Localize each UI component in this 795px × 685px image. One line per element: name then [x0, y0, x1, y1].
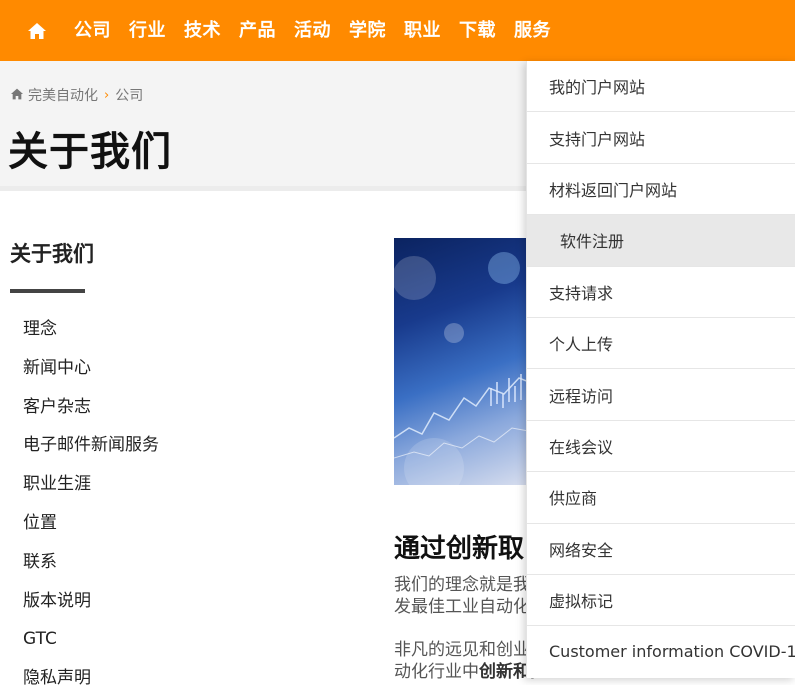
top-navigation-bar: 公司 行业 技术 产品 活动 学院 职业 下载 服务: [0, 0, 795, 61]
article-p2-line-1: 非凡的远见和创业: [394, 640, 530, 660]
dropdown-item-online-meeting[interactable]: 在线会议: [527, 421, 795, 473]
nav-item-industries[interactable]: 行业: [120, 0, 175, 61]
sidebar-item-news-center[interactable]: 新闻中心: [23, 349, 159, 388]
sidebar-item-privacy[interactable]: 隐私声明: [23, 659, 159, 685]
breadcrumb-current[interactable]: 公司: [115, 85, 143, 105]
sidebar-menu: 理念 新闻中心 客户杂志 电子邮件新闻服务 职业生涯 位置 联系 版本说明 GT…: [23, 310, 159, 685]
dropdown-item-personal-upload[interactable]: 个人上传: [527, 318, 795, 370]
article-p2-line-2: 动化行业中创新和技术: [394, 661, 534, 683]
article-title: 通过创新取: [394, 534, 525, 564]
dropdown-item-cyber-security[interactable]: 网络安全: [527, 524, 795, 575]
sidebar-item-careers[interactable]: 职业生涯: [23, 465, 159, 504]
nav-item-downloads[interactable]: 下载: [450, 0, 505, 61]
dropdown-item-remote-access[interactable]: 远程访问: [527, 369, 795, 421]
sidebar-heading: 关于我们: [10, 242, 94, 266]
sidebar-item-gtc[interactable]: GTC: [23, 620, 159, 659]
article-p2-prefix: 动化行业中: [394, 662, 479, 682]
nav-item-products[interactable]: 产品: [230, 0, 285, 61]
sidebar-item-philosophy[interactable]: 理念: [23, 310, 159, 349]
breadcrumb-home-link[interactable]: 完美自动化: [28, 85, 98, 105]
breadcrumb: 完美自动化 › 公司: [10, 85, 143, 105]
dropdown-item-covid-info[interactable]: Customer information COVID-19: [527, 626, 795, 677]
main-menu: 公司 行业 技术 产品 活动 学院 职业 下载 服务: [74, 0, 560, 61]
article-p1-line-1: 我们的理念就是我: [394, 575, 530, 595]
nav-item-technology[interactable]: 技术: [175, 0, 230, 61]
sidebar-item-customer-magazine[interactable]: 客户杂志: [23, 388, 159, 427]
article-paragraph-1: 我们的理念就是我 发最佳工业自动化: [394, 574, 534, 618]
dropdown-item-virtual-marking[interactable]: 虚拟标记: [527, 575, 795, 627]
dropdown-item-material-return-portal[interactable]: 材料返回门户网站: [527, 164, 795, 216]
home-icon[interactable]: [10, 87, 24, 103]
sidebar-heading-underline: [10, 289, 85, 293]
nav-item-careers[interactable]: 职业: [395, 0, 450, 61]
sidebar-item-imprint[interactable]: 版本说明: [23, 582, 159, 621]
page-title: 关于我们: [8, 129, 172, 175]
hero-image: [394, 238, 534, 485]
article-p1-line-2: 发最佳工业自动化: [394, 597, 530, 617]
nav-item-events[interactable]: 活动: [285, 0, 340, 61]
article-p2-bold: 创新和: [479, 662, 530, 682]
nav-item-company[interactable]: 公司: [74, 0, 120, 61]
sidebar-item-contact[interactable]: 联系: [23, 543, 159, 582]
home-icon[interactable]: [27, 21, 47, 41]
dropdown-item-suppliers[interactable]: 供应商: [527, 472, 795, 524]
chevron-right-icon: ›: [104, 87, 110, 103]
nav-item-services[interactable]: 服务: [505, 0, 560, 61]
sidebar-item-locations[interactable]: 位置: [23, 504, 159, 543]
dropdown-item-my-portal[interactable]: 我的门户网站: [527, 61, 795, 113]
dropdown-item-support-request[interactable]: 支持请求: [527, 267, 795, 318]
sidebar-item-email-news[interactable]: 电子邮件新闻服务: [23, 426, 159, 465]
dropdown-item-support-portal[interactable]: 支持门户网站: [527, 112, 795, 164]
article-paragraph-2: 非凡的远见和创业 动化行业中创新和技术: [394, 639, 534, 683]
nav-item-academy[interactable]: 学院: [340, 0, 395, 61]
services-dropdown-menu: 我的门户网站 支持门户网站 材料返回门户网站 软件注册 支持请求 个人上传 远程…: [526, 61, 795, 678]
dropdown-item-software-registration[interactable]: 软件注册: [527, 215, 795, 267]
